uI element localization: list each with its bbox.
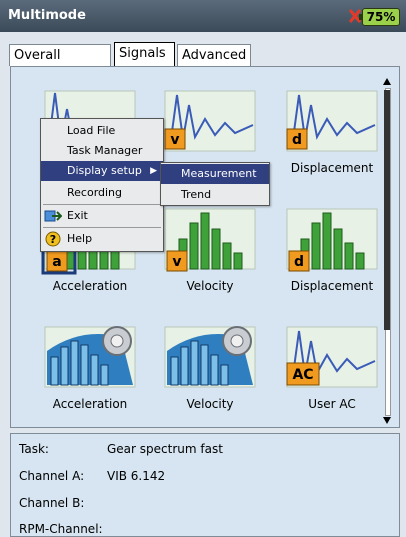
signal-label: Velocity: [186, 279, 234, 293]
badge-ac: AC: [292, 367, 313, 383]
menu-item-recording[interactable]: Recording: [41, 183, 163, 203]
menu-item-load-file[interactable]: Load File: [41, 121, 163, 141]
task-info-panel: Task: Gear spectrum fast Channel A: VIB …: [10, 433, 400, 537]
gear-spectrum-icon: [44, 326, 136, 388]
window-title: Multimode: [8, 8, 86, 23]
signal-label: Velocity: [186, 397, 234, 411]
time-waveform-icon: d: [286, 90, 378, 152]
vertical-scrollbar[interactable]: [381, 76, 393, 426]
signal-label: Displacement: [290, 279, 374, 293]
tab-overall-values[interactable]: Overall values: [9, 44, 111, 84]
menu-separator: [43, 204, 161, 205]
submenu-arrow-icon: ▶: [150, 166, 157, 176]
help-icon: ?: [45, 231, 61, 247]
battery-indicator: 75%: [359, 8, 400, 26]
signal-user-ac[interactable]: AC User AC: [273, 317, 391, 417]
tab-signals[interactable]: Signals: [114, 42, 175, 66]
scrollbar-thumb[interactable]: [384, 90, 390, 330]
menu-item-display-setup[interactable]: Display setup ▶: [41, 161, 163, 181]
signal-displacement-spectrum[interactable]: d Displacement: [273, 199, 391, 299]
svg-text:?: ?: [50, 233, 56, 246]
tab-advanced[interactable]: Advanced: [177, 44, 251, 66]
signal-label: Acceleration: [52, 397, 128, 411]
badge-d: d: [292, 132, 302, 148]
signal-label: User AC: [308, 397, 356, 411]
gear-spectrum-icon: [164, 326, 256, 388]
signal-displacement-time[interactable]: d Displacement: [273, 81, 391, 181]
signal-velocity-order[interactable]: Velocity: [151, 317, 269, 417]
scroll-down-icon[interactable]: [381, 416, 393, 426]
menu-item-help[interactable]: ? Help: [41, 229, 163, 249]
spectrum-icon: d: [286, 208, 378, 272]
menu-separator: [43, 227, 161, 228]
badge-v: v: [170, 132, 179, 148]
exit-icon: [44, 210, 62, 222]
badge-a: a: [52, 254, 61, 270]
menu-item-measurement[interactable]: Measurement: [161, 164, 269, 184]
context-menu: Load File Task Manager Display setup ▶ Re…: [40, 118, 164, 252]
display-setup-submenu: Measurement Trend: [160, 162, 270, 206]
scroll-up-icon[interactable]: [381, 76, 393, 86]
title-bar: Multimode 75%: [0, 0, 406, 32]
badge-v: v: [172, 254, 181, 270]
signal-velocity-spectrum[interactable]: v Velocity: [151, 199, 269, 299]
menu-item-task-manager[interactable]: Task Manager: [41, 141, 163, 161]
signal-label: Acceleration: [52, 279, 128, 293]
channel-a-value: VIB 6.142: [107, 469, 166, 483]
signal-acceleration-order[interactable]: Acceleration: [31, 317, 149, 417]
battery-level: 75%: [366, 10, 396, 24]
task-value: Gear spectrum fast: [107, 442, 223, 456]
time-waveform-icon: AC: [286, 326, 378, 388]
spectrum-icon: v: [164, 208, 256, 272]
time-waveform-icon: v: [164, 90, 256, 152]
menu-item-exit[interactable]: Exit: [41, 206, 163, 226]
signal-label: Displacement: [290, 161, 374, 175]
menu-item-trend[interactable]: Trend: [161, 185, 269, 205]
badge-d: d: [294, 254, 304, 270]
